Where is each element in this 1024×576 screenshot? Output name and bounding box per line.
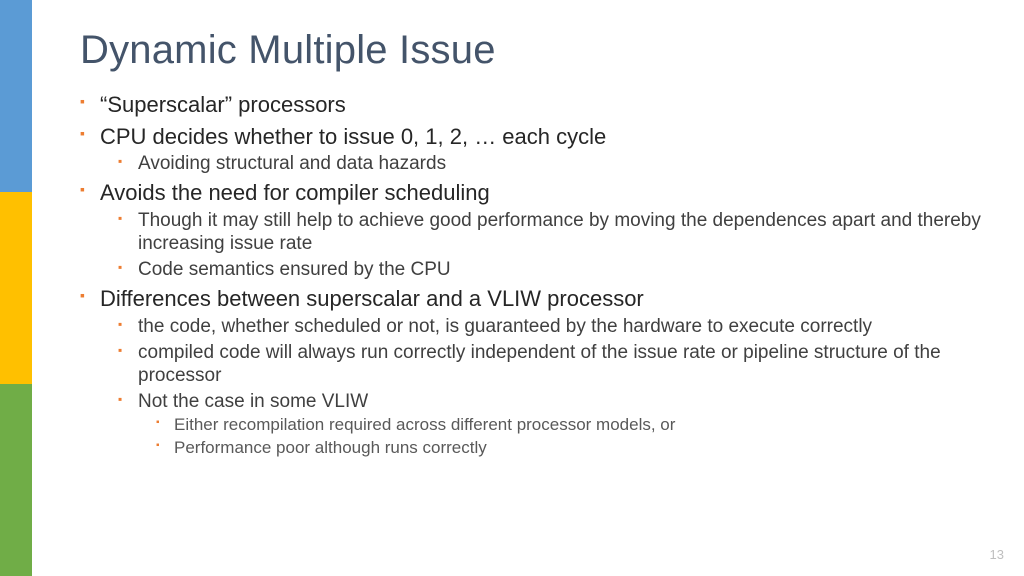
sub-bullet-item: Avoiding structural and data hazards — [118, 152, 984, 175]
bullet-text: CPU decides whether to issue 0, 1, 2, … … — [100, 124, 606, 149]
bullet-list: “Superscalar” processors CPU decides whe… — [80, 91, 984, 458]
page-number: 13 — [990, 547, 1004, 562]
accent-stripe-yellow — [0, 192, 32, 384]
sub-sub-bullet-item: Performance poor although runs correctly — [156, 438, 984, 458]
sub-bullet-list: Though it may still help to achieve good… — [100, 209, 984, 282]
sub-bullet-text: compiled code will always run correctly … — [138, 342, 941, 386]
bullet-item: “Superscalar” processors — [80, 91, 984, 119]
sub-bullet-item: compiled code will always run correctly … — [118, 341, 984, 387]
sub-bullet-text: Avoiding structural and data hazards — [138, 153, 446, 174]
accent-stripe-green — [0, 384, 32, 576]
sub-bullet-list: Avoiding structural and data hazards — [100, 152, 984, 175]
bullet-text: Differences between superscalar and a VL… — [100, 286, 644, 311]
sub-sub-bullet-text: Either recompilation required across dif… — [174, 415, 675, 434]
bullet-item: Avoids the need for compiler scheduling … — [80, 179, 984, 281]
sub-sub-bullet-item: Either recompilation required across dif… — [156, 415, 984, 435]
sub-bullet-item: Not the case in some VLIW Either recompi… — [118, 390, 984, 458]
content-area: Dynamic Multiple Issue “Superscalar” pro… — [80, 28, 984, 462]
slide-title: Dynamic Multiple Issue — [80, 28, 984, 73]
sub-bullet-item: the code, whether scheduled or not, is g… — [118, 315, 984, 338]
sub-bullet-item: Though it may still help to achieve good… — [118, 209, 984, 255]
bullet-item: Differences between superscalar and a VL… — [80, 285, 984, 458]
slide: Dynamic Multiple Issue “Superscalar” pro… — [0, 0, 1024, 576]
accent-stripe-blue — [0, 0, 32, 192]
sub-bullet-text: Code semantics ensured by the CPU — [138, 259, 451, 280]
sub-sub-bullet-text: Performance poor although runs correctly — [174, 438, 487, 457]
sub-bullet-list: the code, whether scheduled or not, is g… — [100, 315, 984, 458]
sub-bullet-text: Though it may still help to achieve good… — [138, 210, 981, 254]
bullet-text: “Superscalar” processors — [100, 92, 346, 117]
sub-bullet-text: Not the case in some VLIW — [138, 391, 368, 412]
bullet-text: Avoids the need for compiler scheduling — [100, 180, 490, 205]
sub-bullet-text: the code, whether scheduled or not, is g… — [138, 316, 872, 337]
sub-bullet-item: Code semantics ensured by the CPU — [118, 258, 984, 281]
sub-sub-bullet-list: Either recompilation required across dif… — [138, 415, 984, 458]
bullet-item: CPU decides whether to issue 0, 1, 2, … … — [80, 123, 984, 176]
